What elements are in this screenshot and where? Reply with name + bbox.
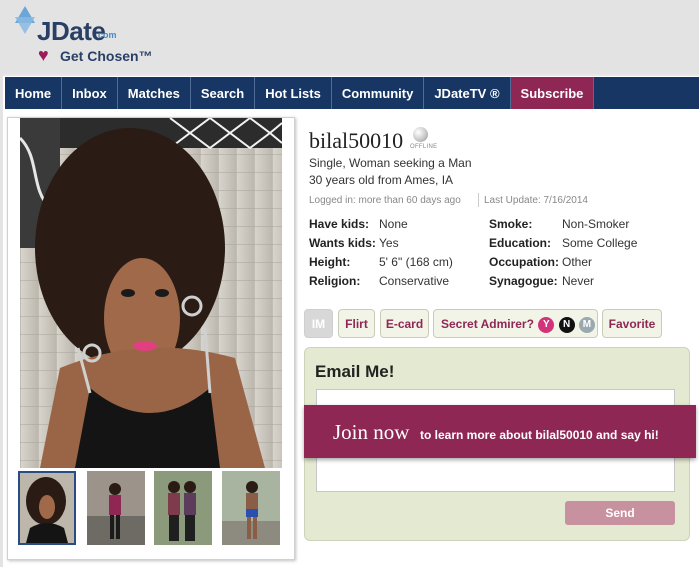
- jdate-logo[interactable]: JDate com ♥ Get Chosen™: [14, 4, 164, 66]
- join-now-label: Join now: [333, 420, 410, 444]
- photo-thumbnail[interactable]: [18, 471, 76, 545]
- join-now-banner[interactable]: Join now to learn more about bilal50010 …: [304, 405, 696, 458]
- attr-value: 5' 6" (168 cm): [379, 255, 453, 269]
- join-now-subtext: to learn more about bilal50010 and say h…: [420, 428, 659, 442]
- star-of-david-icon: [15, 6, 35, 34]
- photo-panel: [7, 117, 295, 560]
- brand-domain: com: [98, 30, 117, 40]
- nav-hot-lists[interactable]: Hot Lists: [255, 77, 332, 109]
- photo-thumbnail[interactable]: [154, 471, 212, 545]
- admirer-yes-heart-icon[interactable]: Y: [538, 316, 555, 333]
- brand-name: JDate: [37, 16, 106, 46]
- attr-value: Conservative: [379, 274, 450, 288]
- admirer-maybe-heart-icon[interactable]: M: [578, 316, 595, 333]
- photo-thumbnails: [16, 469, 288, 547]
- im-button[interactable]: IM: [304, 309, 333, 338]
- brand-tagline: Get Chosen™: [60, 48, 153, 64]
- flirt-button[interactable]: Flirt: [338, 309, 375, 338]
- nav-home[interactable]: Home: [5, 77, 63, 109]
- ecard-button[interactable]: E-card: [380, 309, 429, 338]
- last-update: Last Update: 7/16/2014: [484, 195, 588, 206]
- attr-value: Yes: [379, 236, 399, 250]
- secret-admirer-label: Secret Admirer?: [441, 317, 534, 331]
- admirer-no-heart-icon[interactable]: N: [558, 316, 575, 333]
- attr-value: None: [379, 217, 408, 231]
- secret-admirer-button[interactable]: Secret Admirer? Y N M: [433, 309, 598, 338]
- heart-icon: ♥: [38, 45, 49, 65]
- attr-value: Non-Smoker: [562, 217, 630, 231]
- attr-value: Some College: [562, 236, 638, 250]
- online-status-icon: [413, 127, 428, 142]
- online-status-label: OFFLINE: [410, 144, 438, 150]
- attr-key: Have kids:: [309, 217, 370, 231]
- email-title: Email Me!: [315, 362, 395, 381]
- nav-search[interactable]: Search: [191, 77, 256, 109]
- attr-key: Synagogue:: [489, 274, 558, 288]
- nav-matches[interactable]: Matches: [118, 77, 191, 109]
- nav-jdatetv[interactable]: JDateTV ®: [424, 77, 511, 109]
- main-nav: Home Inbox Matches Search Hot Lists Comm…: [5, 77, 699, 109]
- favorite-button[interactable]: Favorite: [602, 309, 662, 338]
- send-button[interactable]: Send: [565, 501, 675, 525]
- divider: [478, 193, 479, 207]
- last-login: Logged in: more than 60 days ago: [309, 195, 461, 206]
- main-profile-photo[interactable]: [20, 118, 282, 468]
- attr-value: Never: [562, 274, 595, 288]
- nav-subscribe[interactable]: Subscribe: [510, 77, 595, 109]
- attr-key: Wants kids:: [309, 236, 376, 250]
- attr-key: Height:: [309, 255, 351, 269]
- photo-thumbnail[interactable]: [87, 471, 145, 545]
- attr-value: Other: [562, 255, 593, 269]
- nav-community[interactable]: Community: [332, 77, 425, 109]
- attr-key: Occupation:: [489, 255, 560, 269]
- profile-headline: Single, Woman seeking a Man: [309, 156, 472, 170]
- attr-key: Religion:: [309, 274, 361, 288]
- profile-location: 30 years old from Ames, IA: [309, 173, 454, 187]
- nav-inbox[interactable]: Inbox: [62, 77, 118, 109]
- attr-key: Education:: [489, 236, 551, 250]
- photo-thumbnail[interactable]: [222, 471, 280, 545]
- attr-key: Smoke:: [489, 217, 533, 231]
- profile-username: bilal50010: [309, 128, 404, 153]
